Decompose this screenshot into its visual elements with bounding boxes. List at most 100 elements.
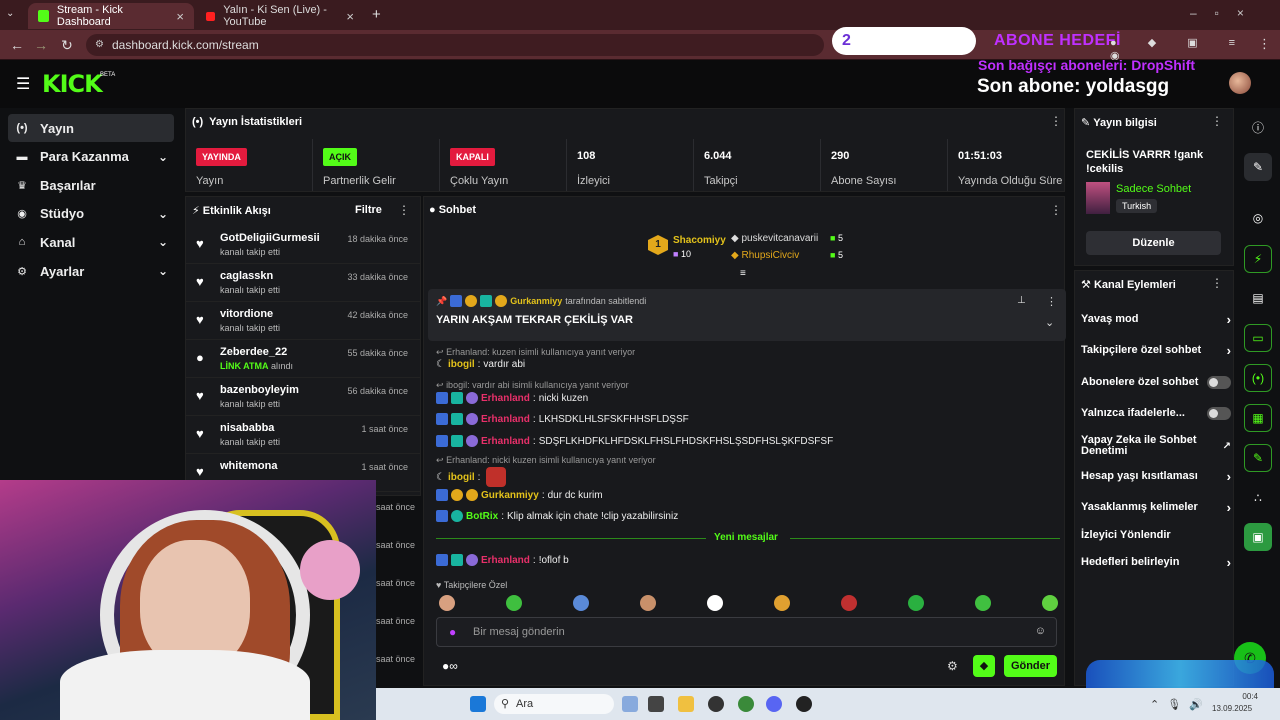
activity-item[interactable]: ♥ caglasskn kanalı takip etti 33 dakika …: [186, 264, 420, 302]
chat-username[interactable]: ibogil: [448, 472, 475, 483]
sidebar-item-1[interactable]: ▬ Para Kazanma ⌄: [8, 143, 174, 171]
system-tray-icons[interactable]: ⌃🎙🔊: [1150, 698, 1211, 711]
activity-item[interactable]: ♥ vitordione kanalı takip etti 42 dakika…: [186, 302, 420, 340]
sidebar-item-2[interactable]: ♛ Başarılar: [8, 171, 174, 199]
user-avatar[interactable]: [1229, 72, 1251, 94]
broadcast-icon[interactable]: (•): [1244, 364, 1272, 392]
reply-context[interactable]: ↩ ibogil: vardır abi isimli kullanıcıya …: [436, 380, 629, 391]
stats-menu-icon[interactable]: ⋮: [1050, 114, 1062, 128]
tab-kick-dashboard[interactable]: Stream - Kick Dashboard ×: [28, 3, 194, 29]
chevron-down-icon[interactable]: ⌄: [158, 207, 168, 221]
chat-message[interactable]: BotRix: Klip almak için chate !clip yaza…: [436, 510, 678, 522]
pencil-icon[interactable]: ✎: [1244, 153, 1272, 181]
points-icon[interactable]: ∴: [1244, 484, 1272, 512]
channel-action[interactable]: Yapay Zeka ile Sohbet Denetimi ↗: [1081, 432, 1231, 460]
emote-button[interactable]: [640, 595, 656, 611]
chevron-right-icon[interactable]: ›: [1227, 343, 1231, 358]
microphone-icon[interactable]: ●: [449, 625, 456, 639]
menu-icon[interactable]: ⋮: [1258, 36, 1271, 52]
chevron-right-icon[interactable]: ›: [1227, 469, 1231, 484]
forward-icon[interactable]: →: [32, 36, 50, 54]
expand-gifters-icon[interactable]: ≡: [740, 268, 746, 279]
url-input[interactable]: ⚙ dashboard.kick.com/stream: [86, 34, 824, 56]
chat-message[interactable]: Erhanland: nicki kuzen: [436, 392, 588, 404]
activity-item[interactable]: ♥ bazenboyleyim kanalı takip etti 56 dak…: [186, 378, 420, 416]
emote-button[interactable]: [841, 595, 857, 611]
emote-button[interactable]: [707, 595, 723, 611]
emote-button[interactable]: [774, 595, 790, 611]
windows-start-icon[interactable]: [470, 696, 486, 712]
chat-icon[interactable]: ▭: [1244, 324, 1272, 352]
channel-action[interactable]: Hedefleri belirleyin ›: [1081, 549, 1231, 575]
chevron-right-icon[interactable]: ›: [1227, 500, 1231, 515]
send-button[interactable]: Gönder: [1004, 655, 1057, 677]
chat-username[interactable]: Gurkanmiyy: [481, 490, 539, 501]
file-explorer-icon[interactable]: [678, 696, 694, 712]
top-gifter-3[interactable]: ◆ RhupsiCivciv: [731, 250, 799, 261]
pinned-by-user[interactable]: Gurkanmiyy: [510, 296, 562, 306]
chevron-down-icon[interactable]: ⌄: [158, 150, 168, 164]
app-icon[interactable]: ▣: [1244, 523, 1272, 551]
activity-menu-icon[interactable]: ⋮: [398, 203, 410, 217]
channel-action[interactable]: İzleyici Yönlendir: [1081, 522, 1231, 548]
channel-action[interactable]: Yavaş mod ›: [1081, 306, 1231, 332]
sidebar-item-5[interactable]: ⚙ Ayarlar ⌄: [8, 257, 174, 285]
top-gifter-2[interactable]: ◆ puskevitcanavarii: [731, 233, 818, 244]
toggle-switch[interactable]: [1207, 406, 1231, 420]
activity-username[interactable]: nisababba: [220, 422, 274, 434]
activity-item[interactable]: ● Zeberdee_22 LİNK ATMA alındı 55 dakika…: [186, 340, 420, 378]
wrench-icon[interactable]: ✎: [1244, 444, 1272, 472]
pinned-menu-icon[interactable]: ⋮: [1046, 295, 1057, 308]
emote-picker-icon[interactable]: ◆: [973, 655, 995, 677]
emoji-icon[interactable]: ☺: [1035, 625, 1046, 637]
channel-action[interactable]: Takipçilere özel sohbet ›: [1081, 337, 1231, 363]
chat-username[interactable]: Erhanland: [481, 555, 530, 566]
lightning-icon[interactable]: ⚡: [1244, 245, 1272, 273]
back-icon[interactable]: ←: [8, 36, 26, 54]
chat-message[interactable]: ☾ ibogil: vardır abi: [436, 359, 525, 370]
new-tab-icon[interactable]: +: [372, 6, 381, 23]
chat-settings-icon[interactable]: ⚙: [947, 659, 958, 673]
close-tab-icon[interactable]: ×: [346, 9, 354, 24]
chevron-right-icon[interactable]: ›: [1227, 312, 1231, 327]
sidebar-item-0[interactable]: (•) Yayın: [8, 114, 174, 142]
channel-action[interactable]: Hesap yaşı kısıtlaması ›: [1081, 463, 1231, 489]
channel-action[interactable]: Abonelere özel sohbet: [1081, 369, 1231, 395]
chat-username[interactable]: Erhanland: [481, 393, 530, 404]
chat-input[interactable]: ● Bir mesaj gönderin ☺: [436, 617, 1057, 647]
sidebar-item-3[interactable]: ◉ Stüdyo ⌄: [8, 200, 174, 228]
activity-item[interactable]: ♥ GotDeligiiGurmesii kanalı takip etti 1…: [186, 226, 420, 264]
widget-icon[interactable]: [622, 696, 638, 712]
emote-button[interactable]: [908, 595, 924, 611]
channel-actions-menu-icon[interactable]: ⋮: [1211, 276, 1223, 290]
close-tab-icon[interactable]: ×: [176, 9, 184, 24]
filter-button[interactable]: Filtre: [355, 204, 382, 216]
emote-button[interactable]: [573, 595, 589, 611]
chat-username[interactable]: BotRix: [466, 511, 498, 522]
kick-points-icon[interactable]: ●∞: [442, 659, 458, 673]
emote-button[interactable]: [439, 595, 455, 611]
chat-username[interactable]: Erhanland: [481, 414, 530, 425]
document-icon[interactable]: ▤: [1244, 284, 1272, 312]
activity-username[interactable]: GotDeligiiGurmesii: [220, 232, 320, 244]
chat-message[interactable]: Erhanland: LKHSDKLHLSFSKFHHSFLDŞSF: [436, 413, 689, 425]
toggle-switch[interactable]: [1207, 375, 1231, 389]
discord-icon[interactable]: [766, 696, 782, 712]
chevron-down-icon[interactable]: ⌄: [1045, 316, 1054, 329]
channel-action[interactable]: Yalnızca ifadelerle...: [1081, 400, 1231, 426]
obs-icon[interactable]: [708, 696, 724, 712]
category-link[interactable]: Sadece Sohbet: [1116, 183, 1191, 195]
emote-button[interactable]: [975, 595, 991, 611]
channel-action[interactable]: Yasaklanmış kelimeler ›: [1081, 494, 1231, 520]
chat-message[interactable]: Erhanland: SDŞFLKHDFKLHFDSKLFHSLFHDSKFHS…: [436, 435, 833, 447]
chevron-down-icon[interactable]: ⌄: [158, 264, 168, 278]
emote-button[interactable]: [506, 595, 522, 611]
edit-button[interactable]: Düzenle: [1086, 231, 1221, 255]
chevron-down-icon[interactable]: ⌄: [158, 235, 168, 249]
activity-item[interactable]: ♥ nisababba kanalı takip etti 1 saat önc…: [186, 416, 420, 454]
site-info-icon[interactable]: ⚙: [95, 34, 104, 56]
extensions-icons[interactable]: ● ◆ ▣ ≡ ◉: [1110, 36, 1250, 62]
info-icon[interactable]: ⓘ: [1244, 113, 1272, 141]
chat-menu-icon[interactable]: ⋮: [1050, 203, 1062, 217]
chevron-right-icon[interactable]: ›: [1227, 555, 1231, 570]
